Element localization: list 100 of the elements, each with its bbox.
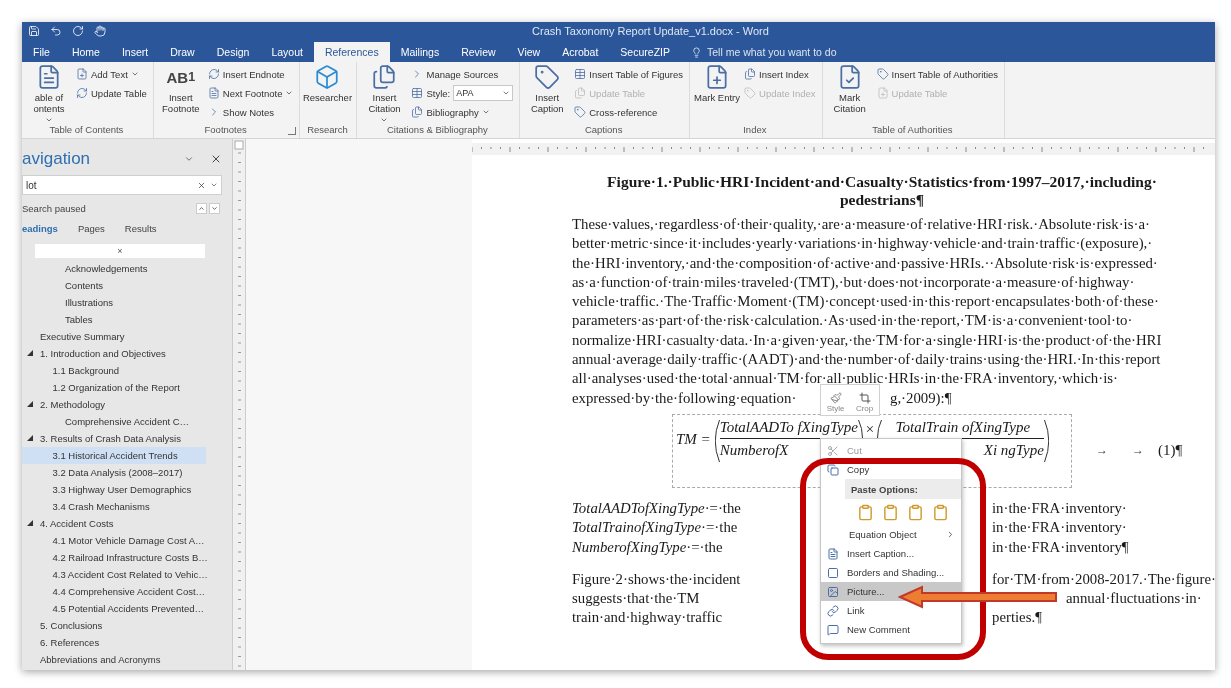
- ribbon-tab[interactable]: Design: [205, 42, 261, 62]
- style-dropdown[interactable]: APA: [453, 85, 514, 101]
- heading-item[interactable]: Acknowledgements: [22, 260, 206, 277]
- ribbon-button[interactable]: Insert Caption: [524, 64, 571, 124]
- paste-option-icon[interactable]: [932, 503, 949, 521]
- ribbon-tab[interactable]: Layout: [260, 42, 314, 62]
- heading-item[interactable]: Illustrations: [22, 294, 206, 311]
- clear-icon[interactable]: [197, 180, 206, 190]
- caret-icon: [45, 116, 53, 124]
- ribbon-tab[interactable]: Draw: [159, 42, 206, 62]
- expanded-triangle-icon[interactable]: [27, 350, 33, 356]
- text-line: annual·fluctuations·in·: [1066, 589, 1202, 609]
- heading-item[interactable]: 1.2 Organization of the Report: [22, 379, 206, 396]
- close-icon[interactable]: [210, 153, 222, 165]
- text-line: normalize·HRI·casualty·data.·In·a·given·year,·the·TM·for·a·single·HRI·is·the·product·of·the·HRI: [572, 330, 1162, 350]
- dialog-launcher-icon[interactable]: [288, 127, 297, 135]
- heading-item[interactable]: 4.1 Motor Vehicle Damage Cost A…: [22, 532, 206, 549]
- ribbon-tab[interactable]: Acrobat: [551, 42, 610, 62]
- text-line: in·the·FRA·inventory¶: [992, 537, 1129, 557]
- ribbon-button[interactable]: Insert Index: [744, 66, 816, 82]
- heading-item[interactable]: 1. Introduction and Objectives: [22, 345, 206, 362]
- menu-item[interactable]: Equation Object: [821, 525, 961, 544]
- heading-item[interactable]: Tables: [22, 311, 206, 328]
- paste-option-icon[interactable]: [907, 503, 924, 521]
- hand-icon: [94, 25, 106, 37]
- ribbon-button[interactable]: Mark Entry: [694, 64, 741, 124]
- next-button[interactable]: [209, 203, 220, 214]
- ribbon-button[interactable]: Insert Citation: [361, 64, 408, 124]
- ribbon-tab[interactable]: References: [313, 42, 390, 62]
- ribbon-tab[interactable]: Review: [450, 42, 507, 62]
- ribbon-button[interactable]: Manage Sources: [411, 66, 514, 82]
- ribbon-tab[interactable]: View: [506, 42, 552, 62]
- paste-option-icon[interactable]: [857, 503, 874, 521]
- paste-option-icon[interactable]: [882, 503, 899, 521]
- ribbon-button[interactable]: Bibliography: [411, 104, 514, 120]
- search-field[interactable]: lot: [22, 175, 222, 195]
- crop-icon: [858, 392, 871, 404]
- heading-item[interactable]: Executive Summary: [22, 328, 206, 345]
- ribbon-button[interactable]: Insert Table of Figures: [574, 66, 684, 82]
- caret-icon: [380, 116, 389, 124]
- heading-item[interactable]: Contents: [22, 277, 206, 294]
- heading-item[interactable]: Comprehensive Accident C…: [22, 413, 206, 430]
- ribbon-button[interactable]: able of ontents: [26, 64, 72, 124]
- caret-icon: [285, 89, 294, 97]
- ribbon-tab[interactable]: Mailings: [389, 42, 451, 62]
- up-icon: [198, 205, 205, 212]
- heading-item[interactable]: 3.4 Crash Mechanisms: [22, 498, 206, 515]
- text-line: NumberofXingType·=·the: [572, 537, 723, 557]
- heading-item[interactable]: 6. References: [22, 634, 206, 651]
- text-line: parameters·as·part·of·the·risk·calculation.·As·used·in·the·report,·TM·is·a·convenient·tool·to·: [572, 311, 1133, 331]
- ribbon-tab[interactable]: Home: [60, 42, 111, 62]
- ribbon-button[interactable]: Show Notes: [207, 104, 294, 120]
- heading-item[interactable]: 4.4 Comprehensive Accident Cost…: [22, 583, 206, 600]
- pane-tab[interactable]: Pages: [77, 223, 105, 234]
- parenthesis-icon: [714, 418, 720, 463]
- menu-item[interactable]: Link: [821, 601, 961, 620]
- expanded-triangle-icon[interactable]: [27, 520, 33, 526]
- heading-item[interactable]: 3.1 Historical Accident Trends: [22, 447, 206, 464]
- heading-item[interactable]: Abbreviations and Acronyms: [22, 651, 206, 668]
- heading-item[interactable]: 1.1 Background: [22, 362, 206, 379]
- style-control[interactable]: Style: APA: [411, 85, 514, 101]
- submenu-icon: [946, 530, 955, 539]
- ribbon-button[interactable]: Mark Citation: [826, 64, 873, 124]
- heading-item[interactable]: 4.5 Potential Accidents Prevented…: [22, 600, 206, 617]
- toolbar-button[interactable]: Crop: [855, 392, 874, 413]
- heading-item[interactable]: 3.2 Data Analysis (2008–2017): [22, 464, 206, 481]
- caret-icon[interactable]: [184, 154, 194, 164]
- ribbon-button[interactable]: Update Table: [76, 85, 147, 101]
- heading-item[interactable]: 2. Methodology: [22, 396, 206, 413]
- heading-item[interactable]: 4.2 Railroad Infrastructure Costs B…: [22, 549, 206, 566]
- result-bar[interactable]: ×: [35, 244, 205, 258]
- heading-item[interactable]: 4. Accident Costs: [22, 515, 206, 532]
- tell-me-field[interactable]: Tell me what you want to do: [680, 42, 847, 62]
- heading-item[interactable]: 5. Conclusions: [22, 617, 206, 634]
- ribbon-button[interactable]: Insert Table of Authorities: [876, 66, 999, 82]
- toolbar-button[interactable]: Style: [826, 392, 845, 413]
- ribbon-button[interactable]: Cross-reference: [574, 104, 684, 120]
- previous-button[interactable]: [196, 203, 207, 214]
- ribbon-button[interactable]: Insert Endnote: [207, 66, 294, 82]
- save-icon: [28, 25, 40, 37]
- menu-item[interactable]: Insert Caption...: [821, 544, 961, 563]
- text-line: vehicle·traffic.·The·Traffic·Moment·(TM)·concept·used·in·this·report·encapsulates·both·of·these·: [572, 292, 1159, 312]
- ribbon-tab[interactable]: File: [22, 42, 61, 62]
- ribbon-tab[interactable]: SecureZIP: [609, 42, 681, 62]
- menu-icon: [827, 623, 839, 636]
- heading-item[interactable]: 3.3 Highway User Demographics: [22, 481, 206, 498]
- heading-item[interactable]: 4.3 Accident Cost Related to Vehic…: [22, 566, 206, 583]
- heading-item[interactable]: 3. Results of Crash Data Analysis: [22, 430, 206, 447]
- ribbon-button[interactable]: Researcher: [304, 64, 351, 124]
- ribbon-button[interactable]: Add Text: [76, 66, 147, 82]
- expanded-triangle-icon[interactable]: [27, 435, 33, 441]
- menu-item[interactable]: Borders and Shading...: [821, 563, 961, 582]
- pane-tab[interactable]: eadings: [22, 223, 58, 234]
- pane-tab[interactable]: Results: [124, 223, 157, 234]
- caret-icon[interactable]: [210, 181, 218, 189]
- menu-item[interactable]: New Comment: [821, 620, 961, 639]
- ribbon-tab[interactable]: Insert: [110, 42, 160, 62]
- expanded-triangle-icon[interactable]: [27, 401, 33, 407]
- menu-icon: [827, 463, 839, 476]
- ribbon-button[interactable]: Next Footnote: [207, 85, 294, 101]
